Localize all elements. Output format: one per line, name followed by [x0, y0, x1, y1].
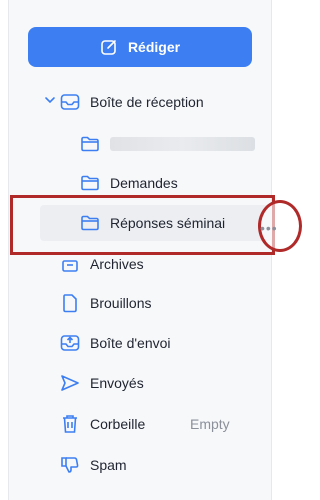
folder-redacted[interactable]: [0, 128, 278, 160]
folder-icon: [80, 134, 100, 154]
folder-drafts-label: Brouillons: [90, 295, 152, 311]
folder-archives[interactable]: Archives: [0, 248, 278, 280]
empty-trash-button[interactable]: Empty: [190, 416, 230, 432]
folder-icon: [80, 173, 100, 193]
trash-icon: [60, 414, 80, 434]
compose-label: Rédiger: [127, 39, 181, 55]
folder-archives-label: Archives: [90, 256, 144, 272]
inbox-icon: [60, 92, 80, 112]
folder-inbox-label: Boîte de réception: [90, 94, 204, 110]
chevron-down-icon[interactable]: [44, 94, 56, 106]
folder-trash-label: Corbeille: [90, 416, 146, 432]
folder-inbox[interactable]: Boîte de réception: [0, 86, 278, 118]
redacted-label: [110, 137, 255, 151]
folder-outbox[interactable]: Boîte d'envoi: [0, 327, 278, 359]
compose-icon: [101, 40, 116, 55]
annotation-rectangle: [10, 195, 275, 255]
folder-trash[interactable]: Corbeille Empty: [0, 408, 278, 440]
draft-icon: [60, 293, 80, 313]
thumbs-down-icon: [60, 455, 80, 475]
compose-button[interactable]: Rédiger: [28, 27, 252, 67]
folder-spam[interactable]: Spam: [0, 449, 278, 481]
folder-demandes-label: Demandes: [110, 175, 178, 191]
outbox-icon: [60, 333, 80, 353]
folder-sent-label: Envoyés: [90, 375, 144, 391]
folder-spam-label: Spam: [90, 457, 127, 473]
folder-sent[interactable]: Envoyés: [0, 367, 278, 399]
send-icon: [60, 373, 80, 393]
archive-icon: [60, 254, 80, 274]
more-options-icon[interactable]: •••: [260, 220, 278, 236]
folder-drafts[interactable]: Brouillons: [0, 287, 278, 319]
folder-outbox-label: Boîte d'envoi: [90, 335, 171, 351]
